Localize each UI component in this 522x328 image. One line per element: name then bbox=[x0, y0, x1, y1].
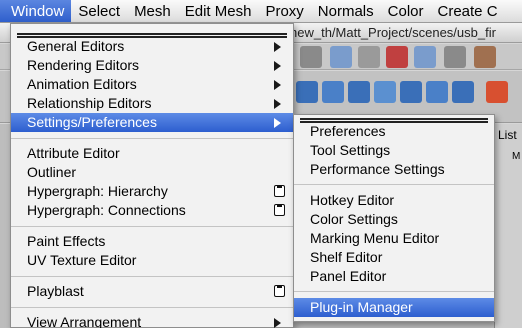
menu-item-rendering-editors[interactable]: Rendering Editors bbox=[11, 56, 293, 75]
menu-item-label: Hypergraph: Hierarchy bbox=[27, 183, 168, 199]
tool-icon[interactable] bbox=[330, 46, 352, 68]
menu-item-view-arrangement[interactable]: View Arrangement bbox=[11, 313, 293, 328]
menu-item-label: Rendering Editors bbox=[27, 57, 140, 73]
menu-item-label: Attribute Editor bbox=[27, 145, 120, 161]
menu-item-label: Plug-in Manager bbox=[310, 299, 413, 315]
menu-item-label: Preferences bbox=[310, 123, 386, 139]
menu-item-outliner[interactable]: Outliner bbox=[11, 163, 293, 182]
menu-item-uv-texture-editor[interactable]: UV Texture Editor bbox=[11, 251, 293, 270]
panel-label: M bbox=[512, 151, 521, 162]
tool-icon[interactable] bbox=[474, 46, 496, 68]
menu-separator bbox=[11, 307, 293, 308]
menu-item-label: Hotkey Editor bbox=[310, 192, 395, 208]
menu-item-label: UV Texture Editor bbox=[27, 252, 137, 268]
window-menu: General Editors Rendering Editors Animat… bbox=[10, 23, 294, 328]
menu-edit-mesh[interactable]: Edit Mesh bbox=[178, 0, 259, 22]
menu-item-panel-editor[interactable]: Panel Editor bbox=[294, 267, 494, 286]
menu-proxy[interactable]: Proxy bbox=[258, 0, 310, 22]
settings-preferences-submenu: Preferences Tool Settings Performance Se… bbox=[293, 114, 495, 322]
tool-icon[interactable] bbox=[300, 46, 322, 68]
submenu-arrow-icon bbox=[274, 318, 281, 328]
menu-item-color-settings[interactable]: Color Settings bbox=[294, 210, 494, 229]
shelf-icon[interactable] bbox=[400, 81, 422, 103]
menu-item-label: Settings/Preferences bbox=[27, 114, 157, 130]
menubar: Window Select Mesh Edit Mesh Proxy Norma… bbox=[0, 0, 522, 23]
menu-create[interactable]: Create C bbox=[431, 0, 505, 22]
tool-icon[interactable] bbox=[414, 46, 436, 68]
submenu-arrow-icon bbox=[274, 42, 281, 52]
shelf-icon[interactable] bbox=[426, 81, 448, 103]
menu-item-label: Shelf Editor bbox=[310, 249, 383, 265]
shelf-icon[interactable] bbox=[452, 81, 474, 103]
list-tab[interactable]: List bbox=[498, 128, 517, 142]
menu-separator bbox=[11, 226, 293, 227]
menu-item-label: Panel Editor bbox=[310, 268, 387, 284]
menu-separator bbox=[294, 184, 494, 185]
menu-item-label: Performance Settings bbox=[310, 161, 445, 177]
menu-item-label: Marking Menu Editor bbox=[310, 230, 440, 246]
shelf-icon[interactable] bbox=[374, 81, 396, 103]
submenu-arrow-icon bbox=[274, 118, 281, 128]
menu-item-label: View Arrangement bbox=[27, 314, 142, 328]
menu-color[interactable]: Color bbox=[381, 0, 431, 22]
submenu-arrow-icon bbox=[274, 61, 281, 71]
menu-separator bbox=[294, 291, 494, 292]
menu-item-animation-editors[interactable]: Animation Editors bbox=[11, 75, 293, 94]
menu-item-paint-effects[interactable]: Paint Effects bbox=[11, 232, 293, 251]
menu-item-label: Hypergraph: Connections bbox=[27, 202, 186, 218]
menu-item-label: Paint Effects bbox=[27, 233, 106, 249]
magnet-icon[interactable] bbox=[386, 46, 408, 68]
option-box-icon[interactable] bbox=[274, 285, 285, 297]
menu-item-plug-in-manager[interactable]: Plug-in Manager bbox=[294, 298, 494, 317]
menu-select[interactable]: Select bbox=[71, 0, 127, 22]
menu-item-label: Outliner bbox=[27, 164, 77, 180]
shelf-icon[interactable] bbox=[322, 81, 344, 103]
menu-item-performance-settings[interactable]: Performance Settings bbox=[294, 160, 494, 179]
shelf-icon[interactable] bbox=[486, 81, 508, 103]
tool-icon[interactable] bbox=[358, 46, 380, 68]
menu-item-playblast[interactable]: Playblast bbox=[11, 282, 293, 301]
menu-item-marking-menu-editor[interactable]: Marking Menu Editor bbox=[294, 229, 494, 248]
tool-icon[interactable] bbox=[444, 46, 466, 68]
menu-item-general-editors[interactable]: General Editors bbox=[11, 37, 293, 56]
menu-item-settings-preferences[interactable]: Settings/Preferences bbox=[11, 113, 293, 132]
menu-item-label: Tool Settings bbox=[310, 142, 391, 158]
submenu-arrow-icon bbox=[274, 80, 281, 90]
menu-item-label: Color Settings bbox=[310, 211, 398, 227]
option-box-icon[interactable] bbox=[274, 204, 285, 216]
menu-separator bbox=[11, 276, 293, 277]
menu-mesh[interactable]: Mesh bbox=[127, 0, 178, 22]
menu-item-relationship-editors[interactable]: Relationship Editors bbox=[11, 94, 293, 113]
menu-item-tool-settings[interactable]: Tool Settings bbox=[294, 141, 494, 160]
menu-item-hotkey-editor[interactable]: Hotkey Editor bbox=[294, 191, 494, 210]
menu-item-hypergraph-connections[interactable]: Hypergraph: Connections bbox=[11, 201, 293, 220]
window-title: hew_th/Matt_Project/scenes/usb_fir bbox=[290, 25, 496, 40]
menu-item-attribute-editor[interactable]: Attribute Editor bbox=[11, 144, 293, 163]
menu-item-label: Relationship Editors bbox=[27, 95, 152, 111]
menu-item-shelf-editor[interactable]: Shelf Editor bbox=[294, 248, 494, 267]
menu-item-preferences[interactable]: Preferences bbox=[294, 122, 494, 141]
menu-item-label: Playblast bbox=[27, 283, 84, 299]
menu-item-hypergraph-hierarchy[interactable]: Hypergraph: Hierarchy bbox=[11, 182, 293, 201]
menu-item-label: Animation Editors bbox=[27, 76, 137, 92]
side-panel: List M bbox=[494, 124, 522, 328]
menu-item-label: General Editors bbox=[27, 38, 125, 54]
option-box-icon[interactable] bbox=[274, 185, 285, 197]
menu-separator bbox=[11, 138, 293, 139]
shelf-icon[interactable] bbox=[348, 81, 370, 103]
shelf-icon[interactable] bbox=[296, 81, 318, 103]
submenu-arrow-icon bbox=[274, 99, 281, 109]
menu-normals[interactable]: Normals bbox=[311, 0, 381, 22]
menu-window[interactable]: Window bbox=[0, 0, 72, 22]
